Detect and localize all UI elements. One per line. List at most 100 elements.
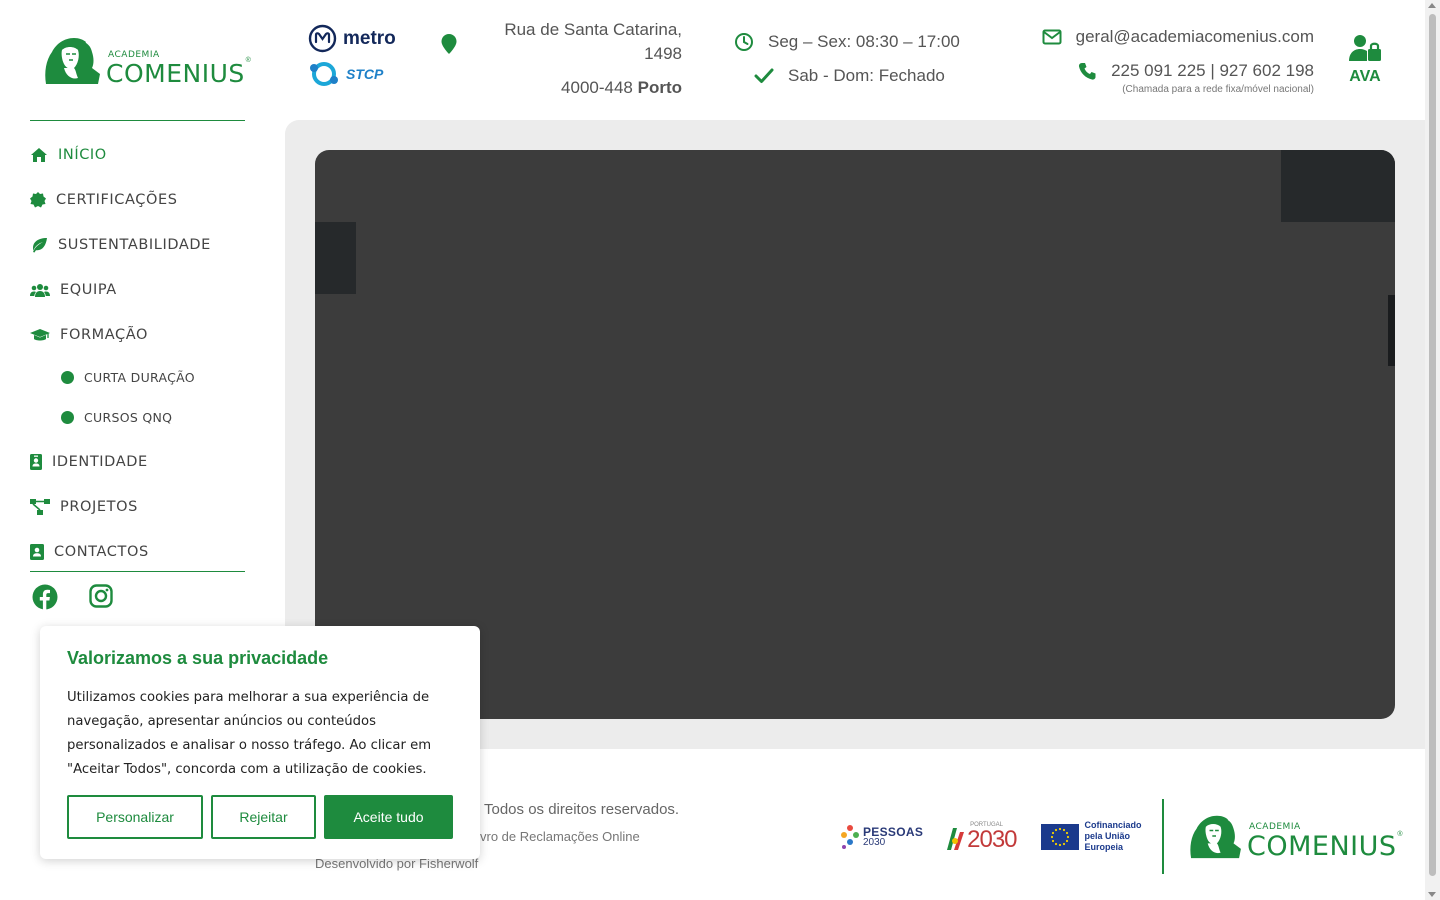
ava-label: AVA	[1349, 68, 1381, 85]
header-logo[interactable]: ACADEMIA COMENIUS ®	[40, 34, 251, 88]
nav-subitem-curta-duracao[interactable]: CURTA DURAÇÃO	[30, 357, 245, 397]
email-link[interactable]: geral@academiacomenius.com	[1042, 25, 1314, 49]
stcp-label: STCP	[346, 66, 384, 82]
footer-rights-text: Todos os direitos reservados.	[484, 801, 680, 818]
ava-login-link[interactable]: AVA	[1346, 34, 1384, 86]
bullet-dot-icon	[61, 410, 74, 424]
phone-link[interactable]: 225 091 225 | 927 602 198	[1042, 59, 1314, 83]
cookie-body-text: Utilizamos cookies para melhorar a sua e…	[67, 690, 432, 777]
address-block[interactable]: Rua de Santa Catarina, 1498 4000-448 Por…	[482, 18, 682, 100]
nav-item-equipa[interactable]: EQUIPA	[30, 267, 245, 312]
eu-cofinanced-logo: Cofinanciado pela União Europeia	[1040, 820, 1161, 853]
check-icon	[754, 68, 774, 83]
main-nav: INÍCIO CERTIFICAÇÕES SUSTENTABILIDADE EQ…	[30, 132, 245, 574]
pessoas-2030-logo: PESSOAS 2030	[840, 824, 923, 850]
address-postal: 4000-448	[561, 78, 633, 97]
portugal-flag-symbol-icon	[947, 827, 965, 850]
logo-registered-mark: ®	[245, 57, 251, 64]
portugal-year: 2030	[967, 825, 1017, 853]
instagram-icon[interactable]	[89, 584, 113, 608]
user-lock-icon	[1349, 35, 1381, 61]
opening-hours: Seg – Sex: 08:30 – 17:00 Sab - Dom: Fech…	[734, 30, 960, 88]
eu-cofinanced-text: Cofinanciado pela União Europeia	[1084, 820, 1142, 852]
address-street: Rua de Santa Catarina, 1498	[482, 18, 682, 66]
social-links	[32, 584, 113, 610]
page-scrollbar[interactable]	[1425, 0, 1440, 900]
nav-item-identidade[interactable]: IDENTIDADE	[30, 439, 245, 484]
contact-block: geral@academiacomenius.com 225 091 225 |…	[1042, 25, 1314, 95]
footer-complaints-link[interactable]: vro de Reclamações Online	[480, 829, 640, 844]
hours-weekend: Sab - Dom: Fechado	[754, 64, 960, 88]
scroll-down-arrow-icon[interactable]	[1428, 892, 1436, 897]
home-icon	[30, 146, 48, 164]
nav-item-certificacoes[interactable]: CERTIFICAÇÕES	[30, 177, 245, 222]
footer-logo[interactable]: ACADEMIA COMENIUS ®	[1185, 812, 1403, 861]
users-icon	[30, 281, 50, 299]
nav-label-formacao: FORMAÇÃO	[60, 326, 149, 343]
comenius-portrait-icon	[1190, 815, 1241, 859]
sidebar-divider-bottom	[30, 571, 245, 572]
address-city-line: 4000-448 Porto	[482, 76, 682, 100]
nav-label-certificacoes: CERTIFICAÇÕES	[56, 191, 178, 208]
video-frame-fragment	[315, 222, 356, 294]
hours-weekdays-text: Seg – Sex: 08:30 – 17:00	[768, 32, 960, 51]
cookie-customize-button[interactable]: Personalizar	[67, 795, 203, 839]
address-city: Porto	[637, 78, 682, 97]
nav-sublabel-curta-duracao: CURTA DURAÇÃO	[84, 369, 195, 385]
nav-sublabel-cursos-qnq: CURSOS QNQ	[84, 409, 173, 425]
nav-label-projetos: PROJETOS	[60, 498, 138, 515]
scroll-up-arrow-icon[interactable]	[1428, 3, 1436, 8]
phone-text: 225 091 225 | 927 602 198	[1111, 61, 1314, 80]
graduation-cap-icon	[30, 326, 50, 344]
nav-item-inicio[interactable]: INÍCIO	[30, 132, 245, 177]
email-text: geral@academiacomenius.com	[1075, 27, 1314, 46]
pessoas-year: 2030	[863, 836, 886, 848]
leaf-icon	[30, 236, 48, 254]
address-book-icon	[30, 543, 44, 561]
stcp-link[interactable]: STCP	[308, 60, 396, 88]
stcp-logo-icon	[310, 62, 338, 86]
nav-item-formacao[interactable]: FORMAÇÃO	[30, 312, 245, 357]
phone-note: (Chamada para a rede fixa/móvel nacional…	[1122, 84, 1314, 95]
video-frame-fragment	[1281, 150, 1395, 222]
certificate-icon	[30, 191, 46, 209]
footer-divider	[1162, 799, 1164, 874]
comenius-portrait-icon	[45, 38, 100, 84]
nav-label-equipa: EQUIPA	[60, 281, 117, 298]
address-street-text: Rua de Santa Catarina, 1498	[504, 20, 682, 63]
logo-big-text: COMENIUS	[106, 59, 245, 88]
partner-logos: PESSOAS 2030 PORTUGAL 2030 Cofinanciado …	[840, 820, 1161, 853]
nav-label-inicio: INÍCIO	[58, 146, 107, 163]
nav-item-sustentabilidade[interactable]: SUSTENTABILIDADE	[30, 222, 245, 267]
hours-weekend-text: Sab - Dom: Fechado	[788, 66, 945, 85]
transport-logos: metro STCP	[308, 24, 396, 88]
video-frame-fragment	[1388, 295, 1395, 366]
phone-icon	[1079, 62, 1096, 80]
cookie-title: Valorizamos a sua privacidade	[67, 648, 329, 668]
nav-item-projetos[interactable]: PROJETOS	[30, 484, 245, 529]
logo-wordmark: ACADEMIA COMENIUS ®	[1247, 823, 1403, 861]
hours-weekdays: Seg – Sex: 08:30 – 17:00	[734, 30, 960, 54]
cookie-accept-button[interactable]: Aceite tudo	[324, 795, 453, 839]
scrollbar-thumb[interactable]	[1429, 14, 1436, 876]
logo-registered-mark: ®	[1397, 831, 1403, 838]
logo-wordmark: ACADEMIA COMENIUS ®	[106, 51, 251, 88]
id-badge-icon	[30, 453, 42, 471]
pessoas-title: PESSOAS	[863, 824, 924, 839]
nav-label-sustentabilidade: SUSTENTABILIDADE	[58, 236, 211, 253]
nav-label-identidade: IDENTIDADE	[52, 453, 148, 470]
cookie-consent-banner: Valorizamos a sua privacidade Utilizamos…	[40, 626, 480, 859]
portugal-2030-logo: PORTUGAL 2030	[945, 822, 1018, 853]
metro-link[interactable]: metro	[308, 24, 396, 53]
metro-logo-icon	[308, 24, 337, 53]
project-diagram-icon	[30, 498, 50, 516]
nav-label-contactos: CONTACTOS	[54, 543, 149, 560]
sidebar-divider-top	[30, 120, 245, 121]
pessoas-symbol-icon	[841, 824, 859, 849]
bullet-dot-icon	[61, 370, 74, 384]
nav-subitem-cursos-qnq[interactable]: CURSOS QNQ	[30, 397, 245, 437]
nav-item-contactos[interactable]: CONTACTOS	[30, 529, 245, 574]
cookie-reject-button[interactable]: Rejeitar	[211, 795, 316, 839]
facebook-icon[interactable]	[32, 584, 58, 610]
map-marker-icon	[440, 33, 458, 60]
